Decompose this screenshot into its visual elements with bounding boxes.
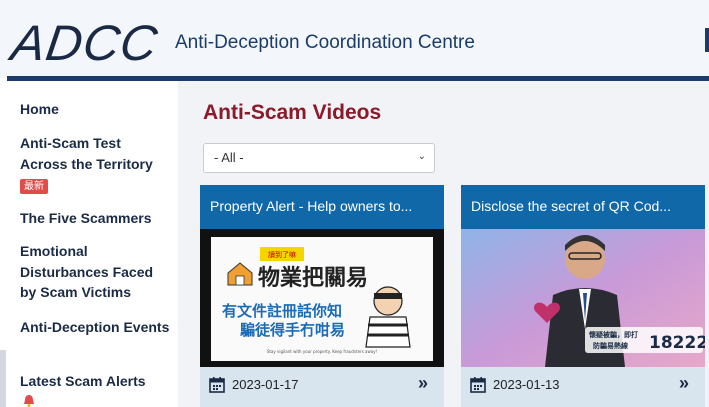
video-card-title[interactable]: Disclose the secret of QR Cod...	[461, 185, 705, 229]
thumbnail-headline: 物業把關易	[258, 265, 368, 291]
sidebar-item-home[interactable]: Home	[20, 99, 170, 120]
sidebar-item-label: Emotional Disturbances Faced by Scam Vic…	[20, 243, 154, 300]
thumbnail-caption: Stay vigilant with your property. Keep f…	[267, 349, 377, 354]
sidebar-item-label: Home	[20, 101, 59, 117]
sidebar-item-anti-scam-test[interactable]: Anti-Scam Test Across the Territory 最新	[20, 133, 170, 195]
video-thumbnail[interactable]: 懷疑被騙，即打 防騙易熱線 18222	[461, 229, 705, 367]
video-date: 2023-01-17	[232, 377, 299, 392]
filter-selected-value: - All -	[214, 150, 244, 165]
thumbnail-line-2: 防騙易熱線	[593, 341, 628, 350]
sidebar-item-label: Latest Scam Alerts	[20, 373, 146, 389]
organization-name: Anti-Deception Coordination Centre	[175, 32, 475, 53]
thumbnail-line-3: 騙徒得手冇咁易	[240, 321, 345, 339]
video-card[interactable]: Disclose the secret of QR Cod... 懷疑被騙，即打…	[461, 185, 705, 407]
category-filter-select[interactable]: - All - ⌄	[203, 143, 435, 173]
calendar-icon	[209, 377, 225, 393]
sidebar-nav: Home Anti-Scam Test Across the Territory…	[0, 81, 178, 407]
thumbnail-hotline: 18222	[649, 333, 705, 353]
sidebar-item-five-scammers[interactable]: The Five Scammers	[20, 208, 170, 229]
new-badge: 最新	[20, 179, 48, 194]
adcc-logo[interactable]: ADCC	[8, 15, 162, 71]
sidebar-item-label: The Five Scammers	[20, 210, 152, 226]
page-title: Anti-Scam Videos	[203, 101, 382, 124]
alert-bell-icon	[24, 395, 34, 407]
sidebar-item-label: Anti-Scam Test Across the Territory	[20, 135, 153, 172]
double-chevron-right-icon[interactable]: »	[679, 373, 689, 394]
sidebar-item-label: Anti-Deception Events	[20, 319, 170, 335]
sidebar-item-latest-scam-alerts[interactable]: Latest Scam Alerts	[20, 371, 170, 392]
sidebar-scrollbar[interactable]	[0, 350, 6, 407]
video-card-title[interactable]: Property Alert - Help owners to...	[200, 185, 444, 229]
calendar-icon	[470, 377, 486, 393]
video-card-footer: 2023-01-13 »	[461, 367, 705, 407]
thumbnail-tag: 讀到了嘛	[268, 250, 296, 259]
video-card[interactable]: Property Alert - Help owners to... 讀到了嘛 …	[200, 185, 444, 407]
video-thumbnail[interactable]: 讀到了嘛 物業把關易 有文件註冊話你知 騙徒得手冇咁易 Stay vigilan…	[200, 229, 444, 367]
video-card-footer: 2023-01-17 »	[200, 367, 444, 407]
header-menu-edge[interactable]	[705, 28, 709, 52]
sidebar-item-anti-deception-events[interactable]: Anti-Deception Events	[20, 317, 170, 338]
site-header: ADCC Anti-Deception Coordination Centre	[0, 0, 709, 78]
chevron-down-icon: ⌄	[417, 151, 426, 162]
thumbnail-line-2: 有文件註冊話你知	[222, 302, 342, 320]
video-date: 2023-01-13	[493, 377, 560, 392]
double-chevron-right-icon[interactable]: »	[418, 373, 428, 394]
sidebar-item-emotional-disturbances[interactable]: Emotional Disturbances Faced by Scam Vic…	[20, 241, 170, 303]
thumbnail-line-1: 懷疑被騙，即打	[588, 330, 638, 339]
